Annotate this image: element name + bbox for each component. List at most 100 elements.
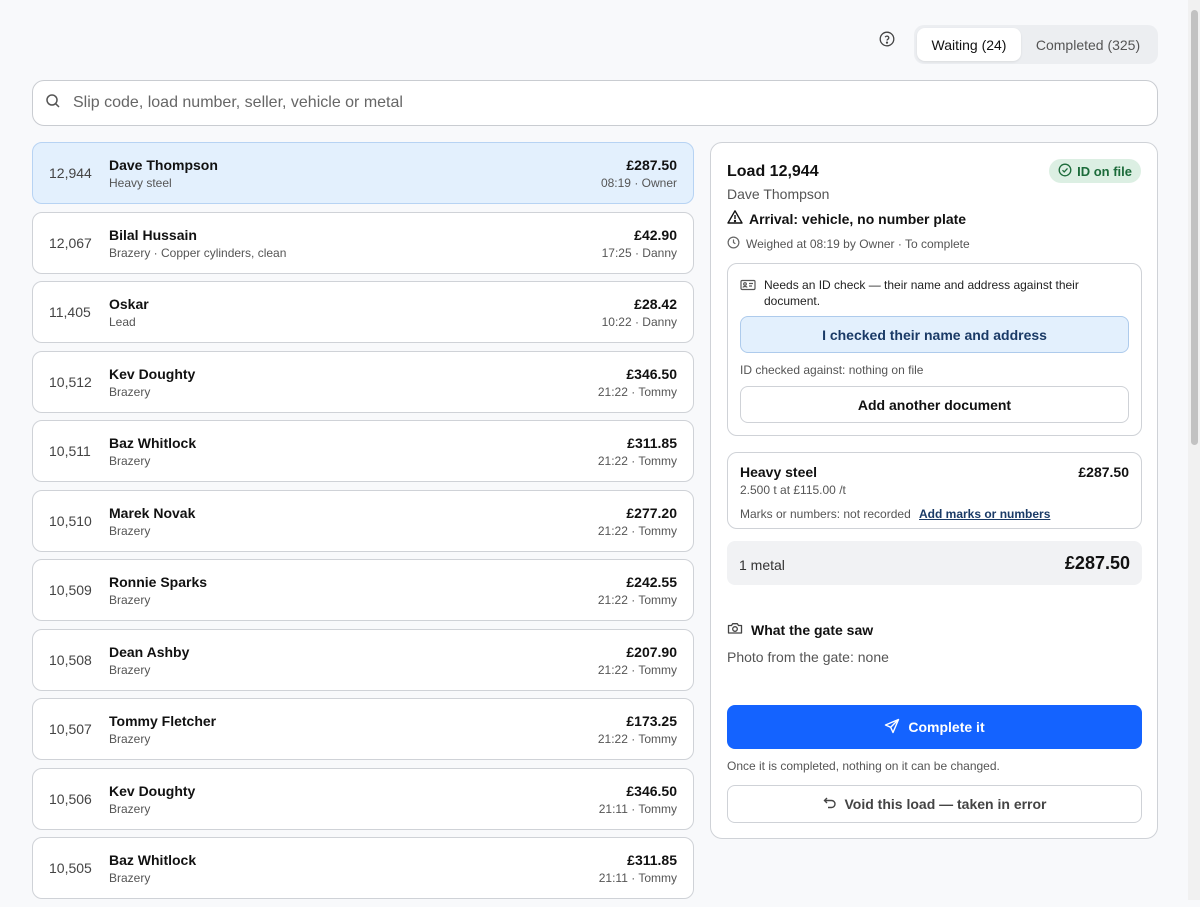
badge-label: ID on file <box>1077 163 1132 179</box>
id-card-icon <box>740 277 756 309</box>
seller-name: Baz Whitlock <box>109 852 197 868</box>
load-amount: £311.85 <box>627 435 677 451</box>
help-circle-icon[interactable] <box>879 31 895 47</box>
send-icon <box>884 718 900 737</box>
tab-waiting[interactable]: Waiting (24) <box>917 28 1021 61</box>
totals-bar: 1 metal £287.50 <box>727 541 1142 585</box>
load-number: 10,509 <box>49 582 92 598</box>
load-row[interactable]: 10,509 Ronnie Sparks Brazery £242.55 21:22 ·… <box>32 559 694 621</box>
load-row[interactable]: 12,067 Bilal Hussain Brazery · Copper cyli… <box>32 211 694 274</box>
seller-name: Marek Novak <box>109 504 196 521</box>
arrival-text: Arrival: vehicle, no number plate <box>749 210 967 227</box>
time-and-weigher: 21:22 · Tommy <box>597 593 677 607</box>
time-and-weigher: 21:22 · Tommy <box>597 523 677 538</box>
metal-line-card: Heavy steel £287.50 2.500 t at £115.00 /… <box>727 452 1142 529</box>
camera-icon <box>727 621 743 638</box>
time-and-weigher: 17:25 · Danny <box>601 245 677 260</box>
add-document-button[interactable]: Add another document <box>740 386 1129 423</box>
complete-button[interactable]: Complete it <box>727 705 1142 749</box>
load-number: 10,512 <box>49 373 92 390</box>
metal-summary: Brazery · Copper cylinders, clean <box>109 245 287 260</box>
id-checked-against: ID checked against: nothing on file <box>740 363 924 377</box>
load-number: 10,505 <box>49 860 92 876</box>
id-check-text: Needs an ID check — their name and addre… <box>764 278 1079 308</box>
gate-photo-status: Photo from the gate: none <box>727 649 889 665</box>
time-and-weigher: 21:22 · Tommy <box>597 454 677 468</box>
load-amount: £207.90 <box>626 643 677 660</box>
load-amount: £42.90 <box>634 226 677 243</box>
metal-summary: Brazery <box>109 662 151 677</box>
void-load-button[interactable]: Void this load — taken in error <box>727 785 1142 823</box>
time-and-weigher: 10:22 · Danny <box>601 315 677 329</box>
seller-name: Bilal Hussain <box>109 226 197 243</box>
metal-amount: £287.50 <box>1078 464 1129 480</box>
id-status-badge: ID on file <box>1049 159 1141 183</box>
gate-heading: What the gate saw <box>727 621 873 638</box>
metal-summary: Heavy steel <box>109 176 172 190</box>
page-scrollbar <box>1188 0 1200 900</box>
metal-summary: Brazery <box>109 871 151 885</box>
metal-summary: Brazery <box>109 523 151 538</box>
load-row[interactable]: 10,508 Dean Ashby Brazery £207.90 21:22 · To… <box>32 628 694 691</box>
marks-status: Marks or numbers: not recorded <box>740 507 911 521</box>
load-amount: £173.25 <box>626 713 677 729</box>
load-amount: £277.20 <box>626 504 677 521</box>
load-row[interactable]: 10,507 Tommy Fletcher Brazery £173.25 21:22 … <box>32 698 694 760</box>
load-amount: £346.50 <box>626 365 677 382</box>
confirm-id-checked-button[interactable]: I checked their name and address <box>740 316 1129 353</box>
load-amount: £242.55 <box>626 574 677 590</box>
load-row[interactable]: 10,510 Marek Novak Brazery £277.20 21:22 · T… <box>32 489 694 552</box>
id-check-prompt: Needs an ID check — their name and addre… <box>740 277 1120 309</box>
search-input[interactable] <box>71 93 1071 113</box>
load-row[interactable]: 10,511 Baz Whitlock Brazery £311.85 21:22 · … <box>32 420 694 482</box>
metal-summary: Lead <box>109 315 136 329</box>
metal-summary: Brazery <box>109 732 151 746</box>
load-number: 10,510 <box>49 512 92 529</box>
load-number: 10,511 <box>49 443 91 459</box>
status-tabs: Waiting (24) Completed (325) <box>914 25 1158 64</box>
load-row[interactable]: 12,944 Dave Thompson Heavy steel £287.50 08:… <box>32 142 694 204</box>
metal-summary: Brazery <box>109 801 151 816</box>
load-number: 10,508 <box>49 651 92 668</box>
seller-name: Ronnie Sparks <box>109 574 208 590</box>
seller-name: Baz Whitlock <box>109 435 197 451</box>
weighed-info: Weighed at 08:19 by Owner · To complete <box>727 236 970 252</box>
load-amount: £28.42 <box>634 296 677 312</box>
load-detail-panel: Load 12,944 ID on file Dave Thompson Arr… <box>710 142 1158 839</box>
metal-summary: Brazery <box>109 384 151 399</box>
metal-name: Heavy steel <box>740 464 818 480</box>
metal-summary: Brazery <box>109 593 151 607</box>
time-and-weigher: 21:11 · Tommy <box>598 801 677 816</box>
load-number: 12,944 <box>49 165 92 181</box>
load-title: Load 12,944 <box>727 163 819 180</box>
time-and-weigher: 21:11 · Tommy <box>598 871 677 885</box>
load-row[interactable]: 10,506 Kev Doughty Brazery £346.50 21:11 · T… <box>32 767 694 830</box>
check-circle-icon <box>1058 163 1072 180</box>
load-row[interactable]: 11,405 Oskar Lead £28.42 10:22 · Danny <box>32 281 694 343</box>
load-total: £287.50 <box>1064 553 1130 573</box>
load-amount: £287.50 <box>626 157 677 173</box>
search-icon <box>45 93 61 114</box>
load-amount: £311.85 <box>627 852 677 868</box>
metal-rate: 2.500 t at £115.00 /t <box>740 483 846 497</box>
weighed-text: Weighed at 08:19 by Owner · To complete <box>746 237 970 251</box>
load-row[interactable]: 10,512 Kev Doughty Brazery £346.50 21:22 · T… <box>32 350 694 413</box>
add-marks-link[interactable]: Add marks or numbers <box>919 507 1050 521</box>
complete-button-label: Complete it <box>908 719 985 735</box>
seller-name: Kev Doughty <box>109 782 196 799</box>
load-row[interactable]: 10,505 Baz Whitlock Brazery £311.85 21:11 · … <box>32 837 694 899</box>
scrollbar-thumb[interactable] <box>1191 10 1198 445</box>
metal-count: 1 metal <box>739 557 785 573</box>
time-and-weigher: 21:22 · Tommy <box>597 384 677 399</box>
load-seller: Dave Thompson <box>727 186 830 202</box>
warning-triangle-icon <box>727 209 743 228</box>
load-list: 12,944 Dave Thompson Heavy steel £287.50 08:… <box>32 142 694 907</box>
arrival-warning: Arrival: vehicle, no number plate <box>727 209 966 228</box>
seller-name: Tommy Fletcher <box>109 713 217 729</box>
complete-note: Once it is completed, nothing on it can … <box>727 759 1000 773</box>
load-amount: £346.50 <box>626 782 677 799</box>
tab-completed[interactable]: Completed (325) <box>1021 28 1155 61</box>
load-number: 10,507 <box>49 721 92 737</box>
time-and-weigher: 08:19 · Owner <box>600 176 677 190</box>
load-number: 11,405 <box>49 304 91 320</box>
